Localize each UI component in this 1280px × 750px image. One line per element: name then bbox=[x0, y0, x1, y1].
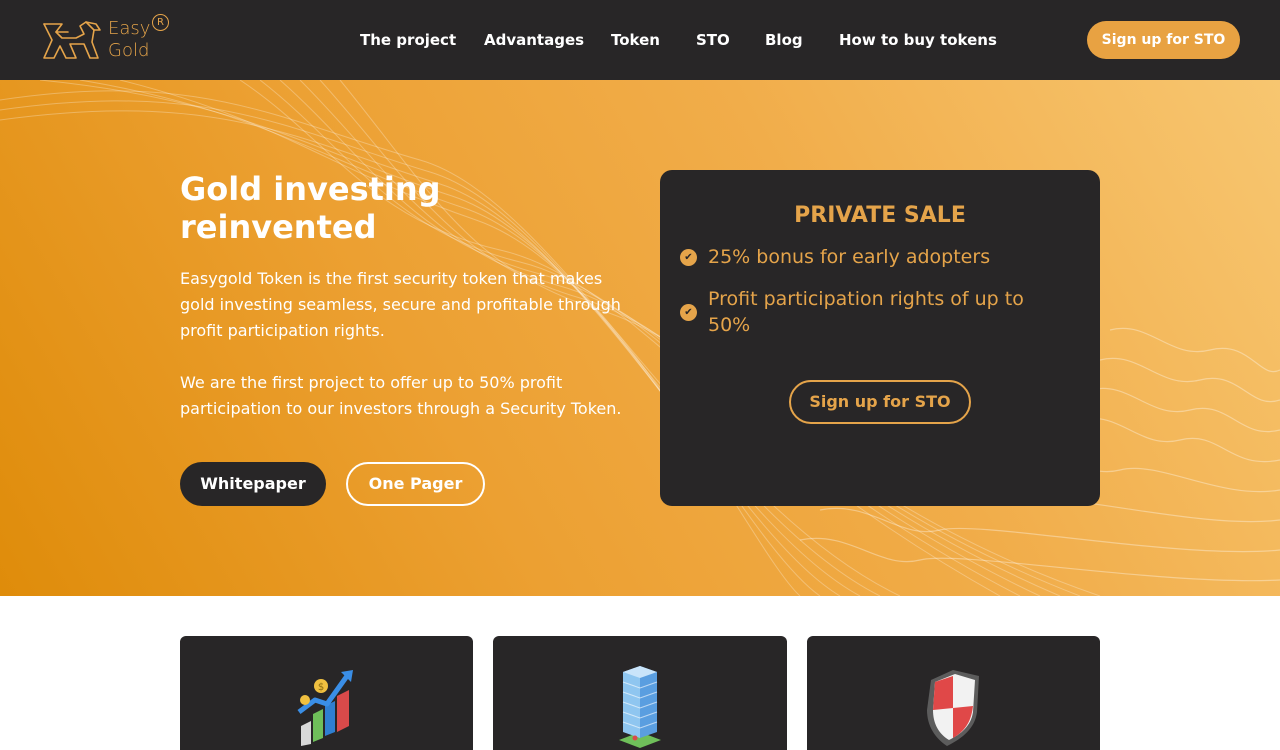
sale-benefit-text: Profit participation rights of up to 50% bbox=[708, 288, 1024, 336]
shield-icon bbox=[927, 670, 979, 746]
header-signup-button[interactable]: Sign up for STO bbox=[1087, 21, 1240, 59]
sale-signup-button[interactable]: Sign up for STO bbox=[789, 380, 971, 424]
one-pager-button[interactable]: One Pager bbox=[346, 462, 485, 506]
nav-sto[interactable]: STO bbox=[696, 30, 730, 50]
sale-benefit-item: ✔ 25% bonus for early adopters bbox=[680, 244, 1080, 270]
site-header: Easy Gold R The project Advantages Token… bbox=[0, 0, 1280, 80]
whitepaper-button[interactable]: Whitepaper bbox=[180, 462, 326, 506]
hero-description: Easygold Token is the first security tok… bbox=[180, 269, 621, 340]
hero-title: Gold investing reinvented bbox=[180, 170, 441, 246]
hero-description-secondary: We are the first project to offer up to … bbox=[180, 373, 622, 418]
feature-card: $ bbox=[180, 636, 473, 750]
check-circle-icon: ✔ bbox=[680, 304, 697, 321]
feature-card bbox=[807, 636, 1100, 750]
nav-the-project[interactable]: The project bbox=[360, 30, 456, 50]
sale-benefit-item: ✔ Profit participation rights of up to 5… bbox=[680, 286, 1080, 338]
feature-card bbox=[493, 636, 787, 750]
nav-token[interactable]: Token bbox=[611, 30, 660, 50]
nav-blog[interactable]: Blog bbox=[765, 30, 803, 50]
svg-text:$: $ bbox=[318, 682, 324, 693]
hero-section: Gold investing reinvented Easygold Token… bbox=[0, 80, 1280, 596]
sale-benefit-text: 25% bonus for early adopters bbox=[708, 246, 991, 268]
private-sale-card: PRIVATE SALE ✔ 25% bonus for early adopt… bbox=[660, 170, 1100, 506]
skyscraper-icon bbox=[619, 666, 661, 748]
growth-chart-icon: $ bbox=[297, 670, 353, 746]
nav-how-to-buy-tokens[interactable]: How to buy tokens bbox=[839, 30, 997, 50]
check-circle-icon: ✔ bbox=[680, 249, 697, 266]
nav-advantages[interactable]: Advantages bbox=[484, 30, 584, 50]
private-sale-title: PRIVATE SALE bbox=[794, 203, 966, 228]
